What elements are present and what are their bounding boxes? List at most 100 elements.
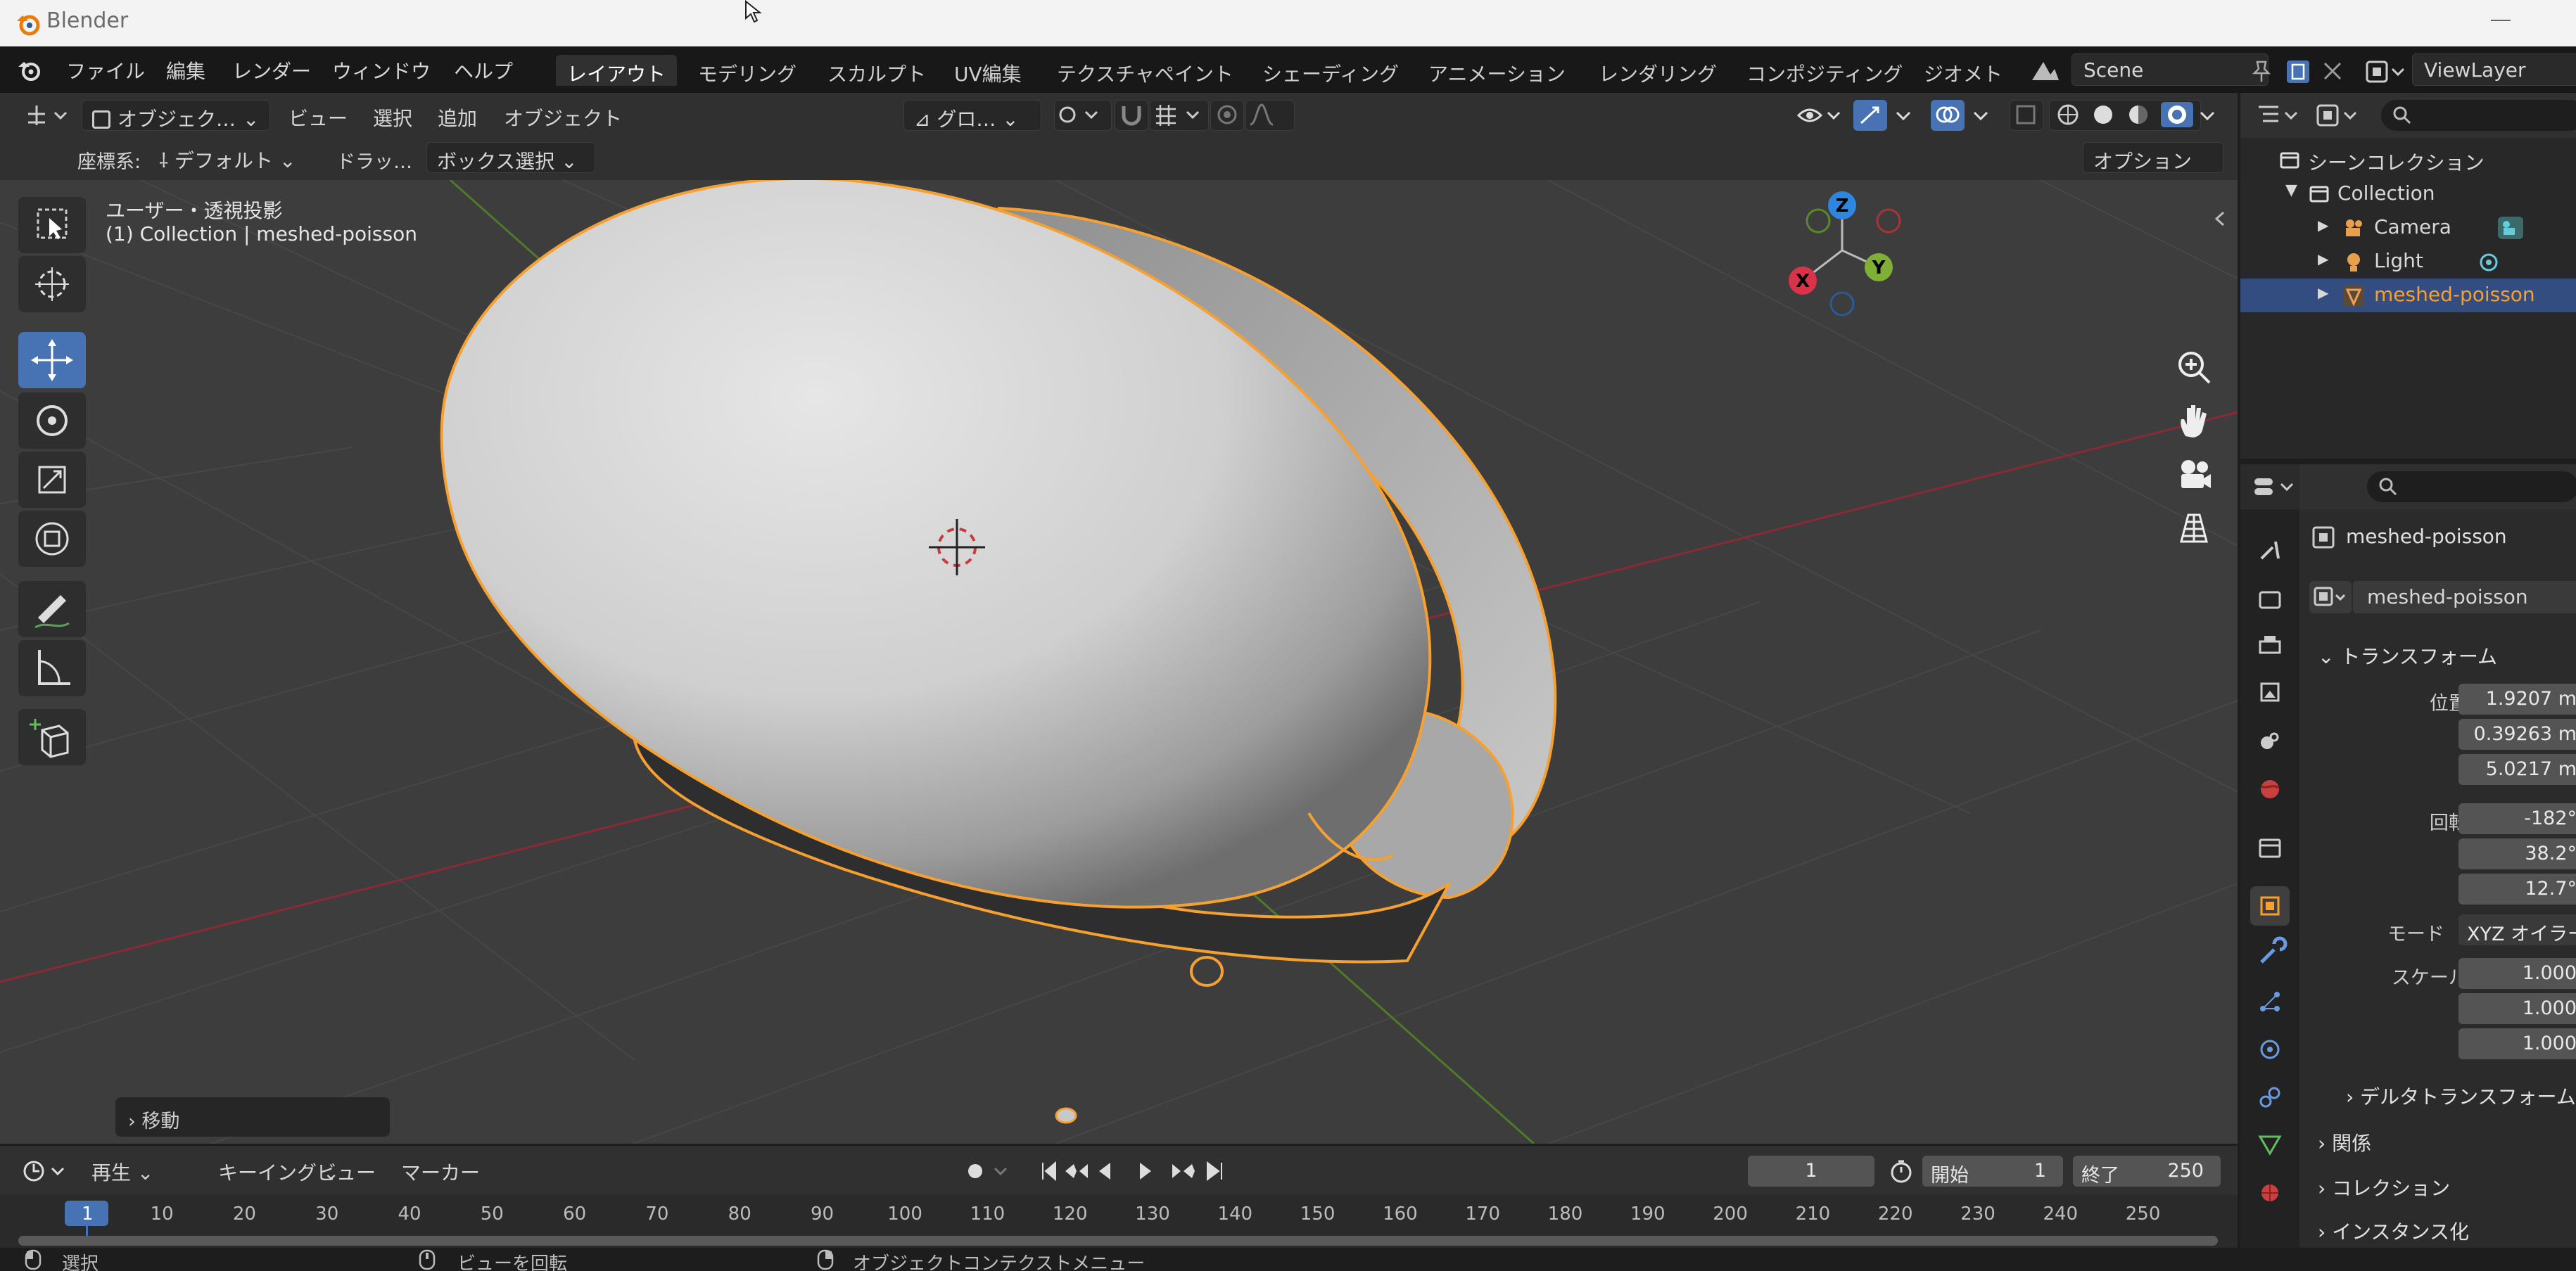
tab-render[interactable]: [2250, 580, 2290, 619]
expand-right-icon[interactable]: ▶: [2318, 250, 2328, 267]
rotation-y-field[interactable]: 38.2°: [2458, 838, 2576, 869]
properties-editor-icon[interactable]: [2250, 473, 2299, 501]
pin-icon[interactable]: [2249, 59, 2274, 84]
outliner-search-input[interactable]: [2381, 100, 2576, 131]
editor-type-icon[interactable]: [24, 101, 73, 129]
menu-view[interactable]: ビュー: [279, 100, 357, 131]
section-collections[interactable]: › コレクション: [2318, 1173, 2450, 1201]
drag-selector[interactable]: ボックス選択 ⌄: [426, 142, 595, 173]
3d-viewport[interactable]: Z X Y ユーザー・透視投影 (1) Collection | meshed-…: [0, 180, 2238, 1144]
tab-constraints[interactable]: [2250, 1078, 2290, 1117]
proportional-edit-toggle[interactable]: [1210, 100, 1244, 131]
viewlayer-selector[interactable]: ViewLayer: [2412, 53, 2576, 86]
snap-toggle[interactable]: [1115, 100, 1148, 131]
location-y-field[interactable]: 0.39263 m: [2458, 719, 2576, 750]
location-z-field[interactable]: 5.0217 m: [2458, 754, 2576, 785]
expand-down-icon[interactable]: ▼: [2285, 181, 2297, 199]
tab-modeling[interactable]: モデリング: [687, 55, 808, 86]
tab-view-layer[interactable]: [2250, 674, 2290, 713]
scale-x-field[interactable]: 1.000: [2458, 958, 2576, 989]
tab-world[interactable]: [2250, 769, 2290, 809]
tool-cursor[interactable]: [18, 256, 86, 312]
snap-target-button[interactable]: [1150, 100, 1209, 131]
tab-object[interactable]: [2250, 886, 2290, 926]
tool-measure[interactable]: [18, 640, 86, 696]
properties-search-input[interactable]: [2367, 471, 2576, 502]
outliner-scene-collection[interactable]: シーンコレクション: [2240, 143, 2576, 177]
xray-toggle[interactable]: [2010, 100, 2043, 131]
playback-menu[interactable]: 再生 ⌄: [82, 1154, 163, 1185]
coord-system-selector[interactable]: ⸸ デフォルト ⌄: [149, 142, 325, 173]
tool-scale[interactable]: [18, 452, 86, 508]
camera-view-icon[interactable]: [2171, 452, 2216, 497]
tab-particles[interactable]: [2250, 982, 2290, 1021]
transform-header[interactable]: ⌄ トランスフォーム: [2318, 641, 2497, 670]
options-button[interactable]: オプション ⌄: [2083, 142, 2223, 198]
close-scene-icon[interactable]: [2321, 59, 2345, 83]
chevron-down-icon[interactable]: [1893, 103, 1914, 128]
tab-texture-paint[interactable]: テクスチャペイント: [1046, 55, 1245, 86]
menu-add[interactable]: 追加: [428, 100, 487, 131]
zoom-icon[interactable]: [2171, 345, 2216, 390]
perspective-grid-icon[interactable]: [2171, 505, 2216, 550]
menu-file[interactable]: ファイル: [66, 56, 145, 84]
mode-selector[interactable]: オブジェク… ⌄: [82, 100, 270, 131]
tab-output[interactable]: [2250, 626, 2290, 665]
record-icon[interactable]: [960, 1156, 1016, 1187]
tab-compositing[interactable]: コンポジティング: [1735, 55, 1914, 86]
menu-render[interactable]: レンダー: [232, 56, 311, 84]
tab-data[interactable]: [2250, 1125, 2290, 1165]
shading-mode-group[interactable]: [2049, 100, 2201, 131]
tool-transform[interactable]: [18, 511, 86, 567]
playback-controls[interactable]: [1034, 1156, 1245, 1187]
outliner-item-light[interactable]: ▶ Light: [2240, 245, 2576, 279]
outliner-collection[interactable]: ▼ Collection: [2240, 177, 2576, 211]
pivot-point-button[interactable]: [1054, 100, 1112, 131]
timeline-scrollbar[interactable]: [18, 1236, 2218, 1246]
chevron-down-icon[interactable]: [2197, 103, 2218, 128]
transform-orientation-selector[interactable]: ⊿ グロ… ⌄: [903, 100, 1041, 131]
outliner-item-camera[interactable]: ▶ Camera: [2240, 211, 2576, 245]
current-frame-field[interactable]: 1: [1748, 1156, 1874, 1187]
new-scene-icon[interactable]: [2284, 58, 2312, 86]
display-mode-icon[interactable]: [2314, 101, 2363, 129]
blender-menu-icon[interactable]: [17, 58, 42, 83]
last-operator-panel[interactable]: › 移動: [115, 1097, 390, 1137]
tab-shading[interactable]: シェーディング: [1251, 55, 1410, 86]
timeline-editor-icon[interactable]: [21, 1157, 70, 1185]
end-frame-field[interactable]: 終了 250: [2073, 1156, 2221, 1187]
object-name-field[interactable]: meshed-poisson: [2353, 581, 2576, 613]
tool-annotate[interactable]: [18, 581, 86, 637]
tool-add-cube[interactable]: [18, 709, 86, 765]
menu-window[interactable]: ウィンドウ: [332, 56, 431, 84]
stopwatch-icon[interactable]: [1886, 1156, 1917, 1187]
outliner-item-meshed-poisson[interactable]: ▶ meshed-poisson: [2240, 279, 2576, 312]
expand-right-icon[interactable]: ▶: [2318, 217, 2328, 234]
tool-rotate[interactable]: [18, 392, 86, 449]
expand-right-icon[interactable]: ▶: [2318, 284, 2328, 301]
gizmo-toggle[interactable]: [1853, 100, 1887, 131]
tab-rendering[interactable]: レンダリング: [1587, 55, 1728, 86]
outliner-editor-icon[interactable]: [2254, 101, 2304, 129]
tool-select-box[interactable]: [18, 197, 86, 253]
minimize-button[interactable]: [2491, 20, 2511, 21]
tab-scene[interactable]: [2250, 722, 2290, 761]
menu-help[interactable]: ヘルプ: [454, 56, 513, 84]
menu-edit[interactable]: 編集: [166, 56, 205, 84]
tool-move[interactable]: [18, 332, 86, 388]
pan-hand-icon[interactable]: [2171, 398, 2216, 443]
scale-y-field[interactable]: 1.000: [2458, 993, 2576, 1024]
section-relations[interactable]: › 関係: [2318, 1128, 2371, 1156]
visibility-eye-icon[interactable]: [1796, 101, 1845, 129]
data-browse-button[interactable]: [2309, 581, 2352, 613]
menu-select[interactable]: 選択: [363, 100, 422, 131]
falloff-button[interactable]: [1245, 100, 1295, 131]
tab-material[interactable]: [2250, 1173, 2290, 1213]
tab-animation[interactable]: アニメーション: [1417, 55, 1577, 86]
section-delta-transform[interactable]: › デルタトランスフォーム: [2346, 1082, 2576, 1110]
scene-selector[interactable]: Scene: [2071, 53, 2269, 86]
tab-collection[interactable]: [2250, 829, 2290, 868]
section-instancing[interactable]: › インスタンス化: [2318, 1217, 2469, 1245]
tab-physics[interactable]: [2250, 1030, 2290, 1069]
tab-modifiers[interactable]: [2250, 934, 2290, 973]
